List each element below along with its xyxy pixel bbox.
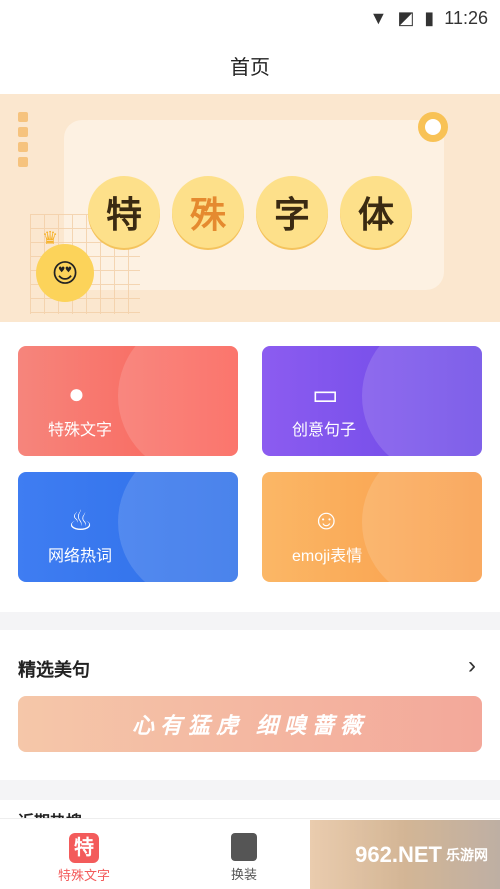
no-signal-icon: ◩ xyxy=(397,7,415,28)
tile-creative-sentences[interactable]: ▭ 创意句子 xyxy=(262,346,482,456)
ring-decoration xyxy=(418,112,448,142)
wifi-icon: ▼ xyxy=(369,7,388,28)
shirt-icon xyxy=(231,833,257,861)
banner-char: 体 xyxy=(340,176,412,248)
feature-grid: ● 特殊文字 ▭ 创意句子 ♨ 网络热词 ☺ emoji表情 xyxy=(0,322,500,612)
page-title: 首页 xyxy=(230,56,270,79)
banner-dots xyxy=(18,112,30,167)
chevron-right-icon[interactable]: › xyxy=(468,652,476,680)
recent-section: 近期热搜 xyxy=(0,800,500,831)
page-header: 首页 xyxy=(0,36,500,94)
tile-hot-words[interactable]: ♨ 网络热词 xyxy=(18,472,238,582)
quote-banner[interactable]: 心有猛虎 细嗅蔷薇 xyxy=(18,696,482,752)
smile-icon: ☺ xyxy=(312,504,341,535)
banner-char: 特 xyxy=(88,176,160,248)
hero-banner[interactable]: 特 殊 字 体 ♛ 😍 xyxy=(0,94,500,322)
bubbles-icon: ● xyxy=(68,378,85,409)
heart-eyes-emoji-icon: 😍 xyxy=(36,244,94,302)
watermark: 962.NET 乐游网 xyxy=(310,820,500,889)
tab-dress-up[interactable]: 换装 xyxy=(214,833,274,883)
banner-char: 殊 xyxy=(172,176,244,248)
section-title: 精选美句 xyxy=(18,660,90,680)
selected-quotes-section: 精选美句 › 心有猛虎 细嗅蔷薇 xyxy=(0,630,500,780)
tab-special-text[interactable]: 特 特殊文字 xyxy=(54,833,114,884)
cards-icon: ▭ xyxy=(312,379,339,410)
banner-char: 字 xyxy=(256,176,328,248)
fire-icon: ♨ xyxy=(68,505,94,536)
battery-icon: ▮ xyxy=(424,7,435,28)
tile-special-text[interactable]: ● 特殊文字 xyxy=(18,346,238,456)
status-bar: ▼ ◩ ▮ 11:26 xyxy=(0,0,500,36)
tile-emoji[interactable]: ☺ emoji表情 xyxy=(262,472,482,582)
clock: 11:26 xyxy=(444,7,488,28)
special-text-tab-icon: 特 xyxy=(69,833,99,863)
